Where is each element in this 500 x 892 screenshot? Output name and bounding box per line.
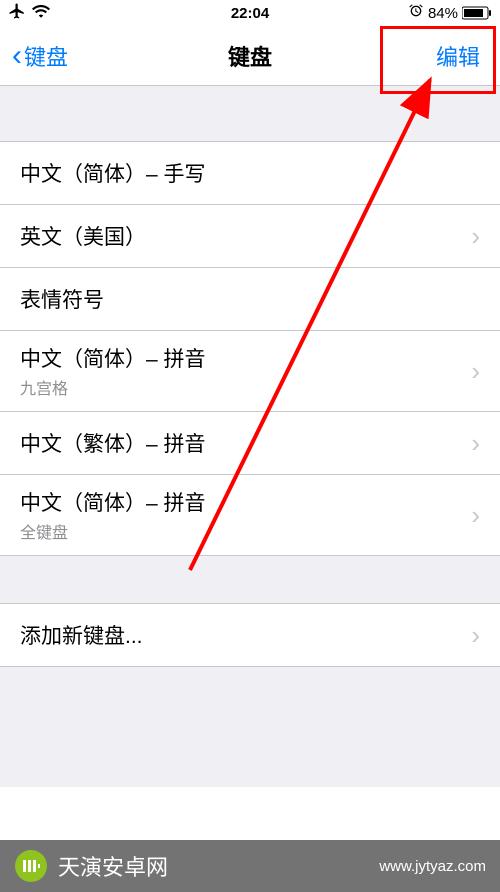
chevron-right-icon: ›: [471, 428, 480, 459]
battery-icon: [462, 6, 492, 20]
chevron-right-icon: ›: [471, 620, 480, 651]
watermark-brand: 天演安卓网: [58, 850, 168, 882]
chevron-right-icon: ›: [471, 500, 480, 531]
section-spacer: [0, 556, 500, 604]
wifi-icon: [32, 4, 50, 22]
edit-button[interactable]: 编辑: [428, 36, 488, 76]
watermark-url: www.jytyaz.com: [379, 858, 486, 875]
airplane-mode-icon: [8, 2, 26, 24]
keyboard-label: 表情符号: [20, 284, 104, 314]
watermark-logo-icon: [14, 849, 48, 883]
back-button[interactable]: ‹ 键盘: [12, 40, 68, 72]
nav-bar: ‹ 键盘 键盘 编辑: [0, 26, 500, 86]
keyboard-label: 中文（简体）– 拼音: [20, 343, 206, 373]
chevron-right-icon: ›: [471, 221, 480, 252]
status-right: 84%: [408, 3, 492, 23]
keyboard-label: 中文（繁体）– 拼音: [20, 428, 206, 458]
alarm-icon: [408, 3, 424, 23]
section-spacer: [0, 667, 500, 787]
keyboard-item-english[interactable]: 英文（美国） ›: [0, 205, 500, 268]
keyboard-sublabel: 九宫格: [20, 375, 206, 399]
keyboard-label: 英文（美国）: [20, 221, 146, 251]
keyboard-item-handwriting[interactable]: 中文（简体）– 手写: [0, 142, 500, 205]
keyboard-item-emoji[interactable]: 表情符号: [0, 268, 500, 331]
section-spacer: [0, 86, 500, 142]
status-time: 22:04: [231, 5, 269, 22]
add-keyboard-label: 添加新键盘...: [20, 620, 143, 650]
status-bar: 22:04 84%: [0, 0, 500, 26]
chevron-left-icon: ‹: [12, 41, 22, 71]
watermark-bar: 天演安卓网 www.jytyaz.com: [0, 840, 500, 892]
status-left: [8, 2, 50, 24]
keyboard-item-pinyin-full[interactable]: 中文（简体）– 拼音 全键盘 ›: [0, 475, 500, 556]
add-keyboard-button[interactable]: 添加新键盘... ›: [0, 604, 500, 667]
keyboard-label: 中文（简体）– 拼音: [20, 487, 206, 517]
keyboard-sublabel: 全键盘: [20, 519, 206, 543]
keyboard-item-traditional-pinyin[interactable]: 中文（繁体）– 拼音 ›: [0, 412, 500, 475]
keyboard-item-pinyin-grid[interactable]: 中文（简体）– 拼音 九宫格 ›: [0, 331, 500, 412]
chevron-right-icon: ›: [471, 356, 480, 387]
page-title: 键盘: [228, 40, 272, 72]
battery-percent: 84%: [428, 5, 458, 22]
keyboard-label: 中文（简体）– 手写: [20, 158, 206, 188]
back-label: 键盘: [24, 40, 68, 72]
